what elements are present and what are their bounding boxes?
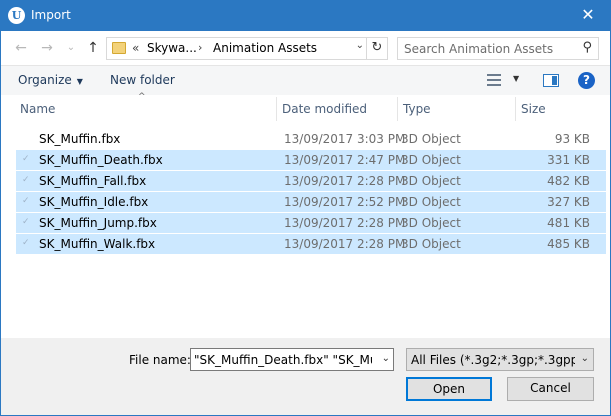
column-header-row: ^ Name Date modified Type Size bbox=[1, 92, 610, 123]
file-type-value: All Files (*.3g2;*.3gp;*.3gpp;*.3g bbox=[411, 353, 575, 367]
forward-arrow-icon[interactable]: → bbox=[39, 40, 55, 56]
file-size: 93 KB bbox=[554, 132, 590, 146]
file-date-modified: 13/09/2017 2:47 PM bbox=[284, 153, 406, 167]
chevron-down-icon[interactable]: ⌄ bbox=[581, 353, 589, 364]
file-size: 485 KB bbox=[547, 237, 590, 251]
close-button[interactable]: ✕ bbox=[565, 0, 611, 31]
checkmark-icon[interactable]: ✓ bbox=[22, 196, 30, 206]
checkmark-icon[interactable]: ✓ bbox=[22, 175, 30, 185]
checkmark-icon[interactable]: ✓ bbox=[22, 238, 30, 248]
file-date-modified: 13/09/2017 2:28 PM bbox=[284, 174, 406, 188]
file-name: SK_Muffin_Fall.fbx bbox=[39, 174, 147, 188]
file-type: 3D Object bbox=[401, 174, 461, 188]
file-row[interactable]: ✓ SK_Muffin_Walk.fbx 13/09/2017 2:28 PM 3D … bbox=[16, 234, 606, 255]
file-name-combobox[interactable]: ⌄ bbox=[190, 348, 394, 371]
folder-icon bbox=[112, 42, 126, 54]
file-name: SK_Muffin_Jump.fbx bbox=[39, 216, 157, 230]
recent-locations-icon[interactable]: ⌄ bbox=[63, 40, 79, 56]
caret-down-icon: ▼ bbox=[76, 77, 83, 86]
file-type: 3D Object bbox=[401, 237, 461, 251]
file-name: SK_Muffin_Idle.fbx bbox=[39, 195, 149, 209]
file-row[interactable]: SK_Muffin.fbx 13/09/2017 3:03 PM 3D Object… bbox=[16, 129, 606, 150]
unreal-logo-icon: U bbox=[8, 7, 25, 24]
file-type: 3D Object bbox=[401, 195, 461, 209]
file-size: 327 KB bbox=[547, 195, 590, 209]
cancel-button[interactable]: Cancel bbox=[507, 377, 594, 401]
dialog-footer: File name: ⌄ All Files (*.3g2;*.3gp;*.3g… bbox=[1, 338, 610, 415]
breadcrumb-item-skywa[interactable]: Skywa... bbox=[147, 41, 197, 55]
file-type-select[interactable]: All Files (*.3g2;*.3gp;*.3gpp;*.3g ⌄ bbox=[406, 348, 594, 371]
address-bar[interactable]: « Skywa... › Animation Assets ⌄ ↻ bbox=[106, 37, 388, 60]
view-options-icon[interactable] bbox=[487, 74, 501, 86]
title-bar: U Import ✕ bbox=[0, 0, 611, 31]
file-date-modified: 13/09/2017 3:03 PM bbox=[284, 132, 406, 146]
column-header-name[interactable]: Name bbox=[18, 95, 274, 123]
column-header-date[interactable]: Date modified bbox=[280, 95, 396, 123]
file-date-modified: 13/09/2017 2:28 PM bbox=[284, 216, 406, 230]
file-name: SK_Muffin_Walk.fbx bbox=[39, 237, 156, 251]
up-arrow-icon[interactable]: ↑ bbox=[85, 40, 101, 56]
help-icon[interactable]: ? bbox=[578, 72, 595, 89]
preview-pane-icon[interactable] bbox=[543, 74, 559, 87]
file-row[interactable]: ✓ SK_Muffin_Jump.fbx 13/09/2017 2:28 PM 3D … bbox=[16, 213, 606, 234]
breadcrumb-item-animation-assets[interactable]: Animation Assets bbox=[213, 41, 317, 55]
breadcrumb-overflow[interactable]: « bbox=[132, 41, 139, 55]
column-header-type[interactable]: Type bbox=[401, 95, 513, 123]
search-icon[interactable]: ⚲ bbox=[582, 40, 592, 55]
breadcrumb-separator[interactable]: › bbox=[198, 41, 202, 54]
file-size: 481 KB bbox=[547, 216, 590, 230]
file-type: 3D Object bbox=[401, 132, 461, 146]
command-bar: Organize ▼ New folder ▼ ? bbox=[1, 65, 610, 95]
file-row[interactable]: ✓ SK_Muffin_Idle.fbx 13/09/2017 2:52 PM 3D … bbox=[16, 192, 606, 213]
file-name-label: File name: bbox=[129, 353, 191, 367]
column-header-size[interactable]: Size bbox=[519, 95, 599, 123]
organize-label: Organize bbox=[18, 73, 72, 87]
checkmark-icon[interactable]: ✓ bbox=[22, 217, 30, 227]
file-rows: SK_Muffin.fbx 13/09/2017 3:03 PM 3D Object… bbox=[1, 129, 610, 255]
file-date-modified: 13/09/2017 2:28 PM bbox=[284, 237, 406, 251]
file-type: 3D Object bbox=[401, 216, 461, 230]
caret-down-icon[interactable]: ▼ bbox=[513, 74, 519, 83]
open-button[interactable]: Open bbox=[406, 377, 492, 401]
search-input[interactable] bbox=[404, 41, 574, 56]
window-title: Import bbox=[31, 8, 71, 22]
chevron-down-icon[interactable]: ⌄ bbox=[356, 40, 364, 51]
column-divider[interactable] bbox=[397, 97, 398, 121]
back-arrow-icon[interactable]: ← bbox=[13, 40, 29, 56]
file-row[interactable]: ✓ SK_Muffin_Death.fbx 13/09/2017 2:47 PM 3D… bbox=[16, 150, 606, 171]
checkmark-icon[interactable]: ✓ bbox=[22, 154, 30, 164]
new-folder-button[interactable]: New folder bbox=[110, 73, 175, 87]
file-name: SK_Muffin_Death.fbx bbox=[39, 153, 163, 167]
search-box[interactable]: ⚲ bbox=[397, 37, 599, 60]
file-name: SK_Muffin.fbx bbox=[39, 132, 121, 146]
column-divider[interactable] bbox=[515, 97, 516, 121]
refresh-icon[interactable]: ↻ bbox=[366, 38, 387, 59]
file-date-modified: 13/09/2017 2:52 PM bbox=[284, 195, 406, 209]
file-list[interactable]: ^ Name Date modified Type Size SK_Muffin… bbox=[1, 92, 610, 338]
chevron-down-icon[interactable]: ⌄ bbox=[382, 353, 390, 364]
file-size: 482 KB bbox=[547, 174, 590, 188]
file-row[interactable]: ✓ SK_Muffin_Fall.fbx 13/09/2017 2:28 PM 3D … bbox=[16, 171, 606, 192]
navigation-bar: ← → ⌄ ↑ « Skywa... › Animation Assets ⌄ … bbox=[1, 31, 610, 65]
file-type: 3D Object bbox=[401, 153, 461, 167]
column-divider[interactable] bbox=[276, 97, 277, 121]
file-name-input[interactable] bbox=[194, 352, 372, 367]
file-size: 331 KB bbox=[547, 153, 590, 167]
organize-button[interactable]: Organize ▼ bbox=[18, 73, 83, 87]
